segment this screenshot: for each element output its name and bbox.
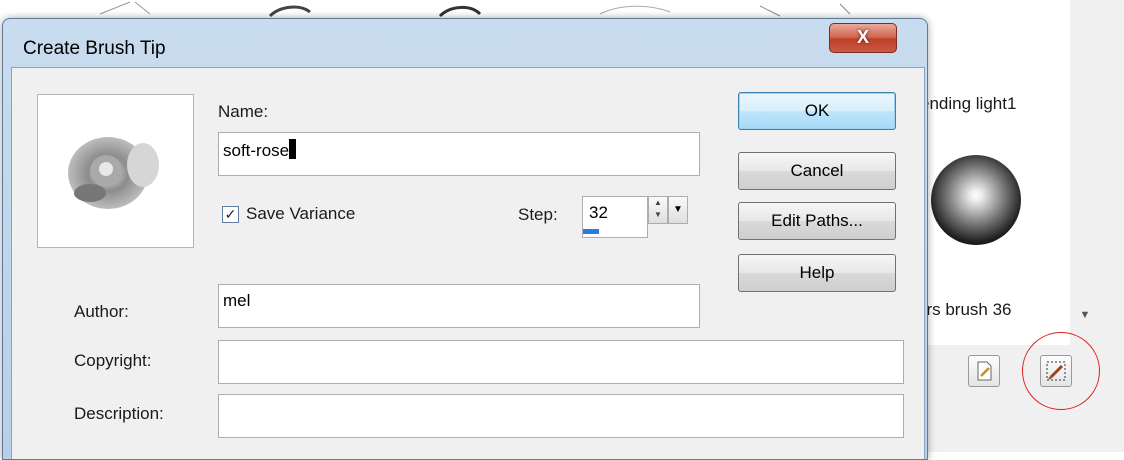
help-button[interactable]: Help <box>738 254 896 292</box>
brush-preview <box>37 94 194 248</box>
cancel-button[interactable]: Cancel <box>738 152 896 190</box>
copyright-label: Copyright: <box>74 351 152 370</box>
author-field[interactable]: mel <box>218 284 700 328</box>
dialog-body: Name: soft-rose ✓ Save Variance Step: 32… <box>11 67 925 459</box>
close-button[interactable]: X <box>829 23 897 53</box>
spin-arrows-icon[interactable]: ▲ ▼ <box>648 196 668 224</box>
edit-paths-button[interactable]: Edit Paths... <box>738 202 896 240</box>
preset-label[interactable]: urs brush 36 <box>917 300 1012 320</box>
panel-scrollbar[interactable] <box>1070 0 1124 345</box>
description-field[interactable] <box>218 394 904 438</box>
save-variance-checkbox[interactable]: ✓ <box>222 206 239 223</box>
preset-label[interactable]: ending light1 <box>920 94 1016 114</box>
title-bar[interactable]: Create Brush Tip X <box>3 19 927 67</box>
name-label: Name: <box>218 102 269 121</box>
dialog-title: Create Brush Tip <box>23 38 166 59</box>
brush-preset-thumbnail[interactable] <box>931 155 1021 245</box>
text-caret <box>289 139 297 159</box>
new-brush-button[interactable] <box>968 355 1000 387</box>
author-label: Author: <box>74 302 129 321</box>
highlight-annotation <box>1022 332 1100 410</box>
step-input[interactable]: 32 <box>582 196 648 238</box>
step-value: 32 <box>589 203 608 222</box>
chevron-down-icon[interactable]: ▼ <box>668 196 688 224</box>
description-label: Description: <box>74 404 164 423</box>
step-label: Step: <box>518 205 558 224</box>
create-brush-tip-dialog: Create Brush Tip X Name: soft-rose ✓ Sav… <box>2 18 928 460</box>
save-variance-label[interactable]: Save Variance <box>246 204 355 224</box>
new-document-icon <box>977 361 992 381</box>
ok-button[interactable]: OK <box>738 92 896 130</box>
step-progress-bar <box>583 229 599 234</box>
name-field[interactable]: soft-rose <box>218 132 700 176</box>
copyright-field[interactable] <box>218 340 904 384</box>
name-value: soft-rose <box>223 141 290 160</box>
chevron-down-icon[interactable]: ▼ <box>1076 306 1094 324</box>
close-icon: X <box>856 27 869 47</box>
rose-brush-preview <box>68 137 159 209</box>
